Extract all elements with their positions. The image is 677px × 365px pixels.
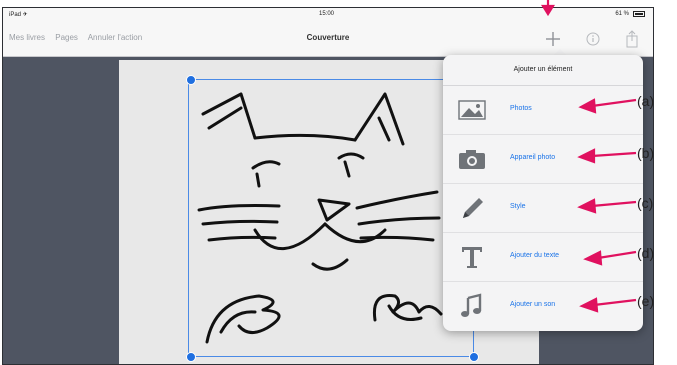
callout-c: (c) xyxy=(637,195,654,211)
annotation-arrows xyxy=(541,0,637,313)
callout-e: (e) xyxy=(637,293,655,309)
callout-a: (a) xyxy=(637,93,655,109)
callout-d: (d) xyxy=(637,245,655,261)
callout-b: (b) xyxy=(637,145,655,161)
